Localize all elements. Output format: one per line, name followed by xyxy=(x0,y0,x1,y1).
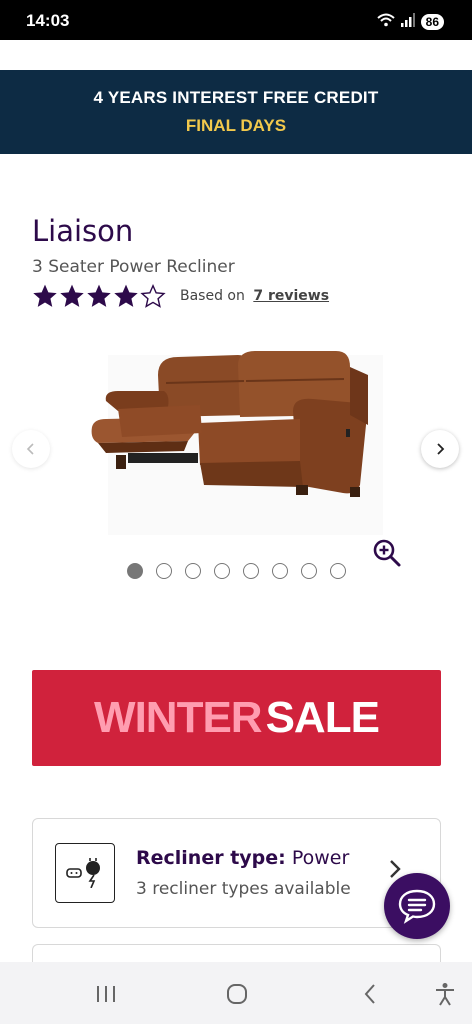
star-empty-icon xyxy=(140,283,166,308)
star-rating xyxy=(32,283,166,309)
battery-icon: 86 xyxy=(420,13,444,30)
star-filled-icon xyxy=(114,284,138,307)
gallery-pagination xyxy=(127,563,346,579)
recliner-type-value: Power xyxy=(291,847,350,869)
system-navigation-bar xyxy=(0,962,472,1024)
gallery-dot[interactable] xyxy=(301,563,317,579)
gallery-dot[interactable] xyxy=(185,563,201,579)
reviews-link[interactable]: 7 reviews xyxy=(253,288,329,304)
zoom-in-icon[interactable] xyxy=(372,538,402,568)
recliner-type-title: Recliner type: Power xyxy=(136,847,349,869)
recliner-type-card[interactable]: Recliner type: Power 3 recliner types av… xyxy=(32,818,441,928)
gallery-dot[interactable] xyxy=(156,563,172,579)
star-filled-icon xyxy=(60,284,84,307)
rating-text: Based on 7 reviews xyxy=(180,288,329,304)
star-filled-icon xyxy=(33,284,57,307)
signal-icon xyxy=(400,12,415,31)
promo-subline: FINAL DAYS xyxy=(185,116,287,135)
star-filled-icon xyxy=(87,284,111,307)
chat-icon xyxy=(398,889,436,924)
product-title: Liaison xyxy=(32,214,134,248)
status-time: 14:03 xyxy=(26,11,70,30)
chevron-left-icon xyxy=(26,443,34,455)
recliner-type-subtitle: 3 recliner types available xyxy=(136,879,351,899)
chevron-right-icon xyxy=(437,443,445,455)
rating-row: Based on 7 reviews xyxy=(32,283,329,309)
product-gallery[interactable] xyxy=(0,345,472,545)
gallery-dot[interactable] xyxy=(272,563,288,579)
product-subtitle: 3 Seater Power Recliner xyxy=(32,257,235,277)
back-icon[interactable] xyxy=(356,980,384,1008)
status-icons: 86 xyxy=(376,12,444,31)
product-image[interactable] xyxy=(88,345,388,535)
promo-headline: 4 YEARS INTEREST FREE CREDIT xyxy=(93,88,379,107)
sale-word-sale: SALE xyxy=(265,693,380,742)
power-plug-icon xyxy=(55,843,115,903)
status-bar: 14:03 86 xyxy=(0,0,472,40)
recliner-type-label: Recliner type: xyxy=(136,847,286,869)
rating-prefix: Based on xyxy=(180,288,245,304)
gallery-dot[interactable] xyxy=(214,563,230,579)
gallery-prev-button[interactable] xyxy=(12,430,50,468)
promo-banner[interactable]: 4 YEARS INTEREST FREE CREDIT FINAL DAYS xyxy=(0,70,472,154)
accessibility-icon[interactable] xyxy=(431,980,459,1008)
gallery-next-button[interactable] xyxy=(421,430,459,468)
gallery-dot[interactable] xyxy=(127,563,143,579)
home-icon[interactable] xyxy=(223,980,251,1008)
wifi-icon xyxy=(376,12,395,31)
gallery-dot[interactable] xyxy=(330,563,346,579)
winter-sale-banner[interactable]: WINTER SALE xyxy=(32,670,441,766)
gallery-dot[interactable] xyxy=(243,563,259,579)
sale-word-winter: WINTER xyxy=(94,693,263,742)
chat-button[interactable] xyxy=(384,873,450,939)
recents-icon[interactable] xyxy=(92,980,120,1008)
